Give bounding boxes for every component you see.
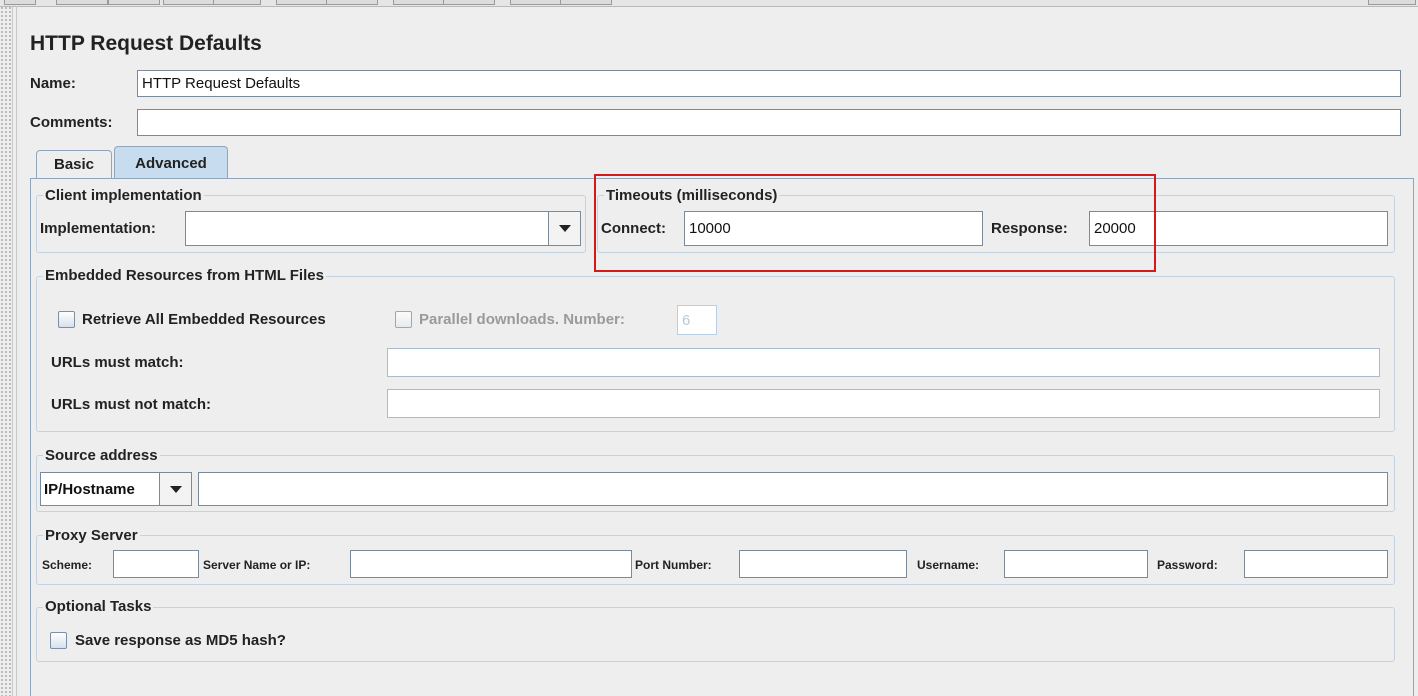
tab-basic[interactable]: Basic: [36, 150, 112, 178]
source-address-type-select[interactable]: IP/Hostname: [40, 472, 192, 506]
source-address-type-value: IP/Hostname: [44, 480, 135, 498]
md5-hash-checkbox[interactable]: [50, 632, 67, 649]
port-number-label: Port Number:: [635, 558, 712, 572]
embedded-resources-legend: Embedded Resources from HTML Files: [43, 267, 326, 284]
password-label: Password:: [1157, 558, 1218, 572]
toolbar-button[interactable]: [326, 0, 378, 5]
panel-divider: [16, 6, 17, 696]
comments-field[interactable]: [137, 109, 1401, 136]
toolbar-button[interactable]: [393, 0, 445, 5]
username-label: Username:: [917, 558, 980, 572]
highlight-box: [594, 174, 1156, 272]
scheme-label: Scheme:: [42, 558, 93, 572]
parallel-downloads-label: Parallel downloads. Number:: [419, 311, 625, 328]
implementation-label: Implementation:: [40, 220, 156, 237]
urls-must-not-match-field[interactable]: [387, 389, 1380, 418]
source-address-dropdown-button[interactable]: [159, 473, 191, 505]
toolbar-button[interactable]: [560, 0, 612, 5]
toolbar-button[interactable]: [108, 0, 160, 5]
tab-advanced[interactable]: Advanced: [114, 146, 228, 179]
name-field[interactable]: HTTP Request Defaults: [137, 70, 1401, 97]
toolbar-button[interactable]: [510, 0, 562, 5]
comments-label: Comments:: [30, 114, 113, 131]
client-implementation-legend: Client implementation: [43, 187, 204, 204]
implementation-dropdown-button[interactable]: [548, 212, 580, 245]
toolbar-button[interactable]: [443, 0, 495, 5]
retrieve-embedded-label: Retrieve All Embedded Resources: [82, 311, 326, 328]
name-label: Name:: [30, 75, 76, 92]
source-address-legend: Source address: [43, 447, 160, 464]
toolbar-button[interactable]: [4, 0, 36, 5]
chevron-down-icon: [169, 485, 182, 493]
toolbar-button[interactable]: [213, 0, 261, 5]
proxy-port-field[interactable]: [739, 550, 907, 578]
source-address-field[interactable]: [198, 472, 1388, 506]
proxy-username-field[interactable]: [1004, 550, 1148, 578]
chevron-down-icon: [558, 225, 571, 232]
toolbar: [0, 0, 1418, 7]
urls-must-match-label: URLs must match:: [51, 354, 184, 371]
toolbar-button[interactable]: [1368, 0, 1416, 5]
optional-tasks-legend: Optional Tasks: [43, 598, 154, 615]
proxy-server-field[interactable]: [350, 550, 632, 578]
toolbar-button[interactable]: [276, 0, 328, 5]
page-title: HTTP Request Defaults: [30, 32, 262, 55]
parallel-downloads-checkbox[interactable]: [395, 311, 412, 328]
server-name-label: Server Name or IP:: [203, 558, 311, 572]
proxy-server-legend: Proxy Server: [43, 527, 140, 544]
parallel-downloads-number[interactable]: 6: [677, 305, 717, 335]
implementation-select[interactable]: [185, 211, 581, 246]
urls-must-not-match-label: URLs must not match:: [51, 396, 212, 413]
toolbar-button[interactable]: [56, 0, 108, 5]
splitter-grip[interactable]: [0, 6, 13, 696]
proxy-password-field[interactable]: [1244, 550, 1388, 578]
retrieve-embedded-checkbox[interactable]: [58, 311, 75, 328]
toolbar-button[interactable]: [163, 0, 215, 5]
proxy-scheme-field[interactable]: [113, 550, 199, 578]
urls-must-match-field[interactable]: [387, 348, 1380, 377]
md5-hash-label: Save response as MD5 hash?: [75, 632, 286, 649]
